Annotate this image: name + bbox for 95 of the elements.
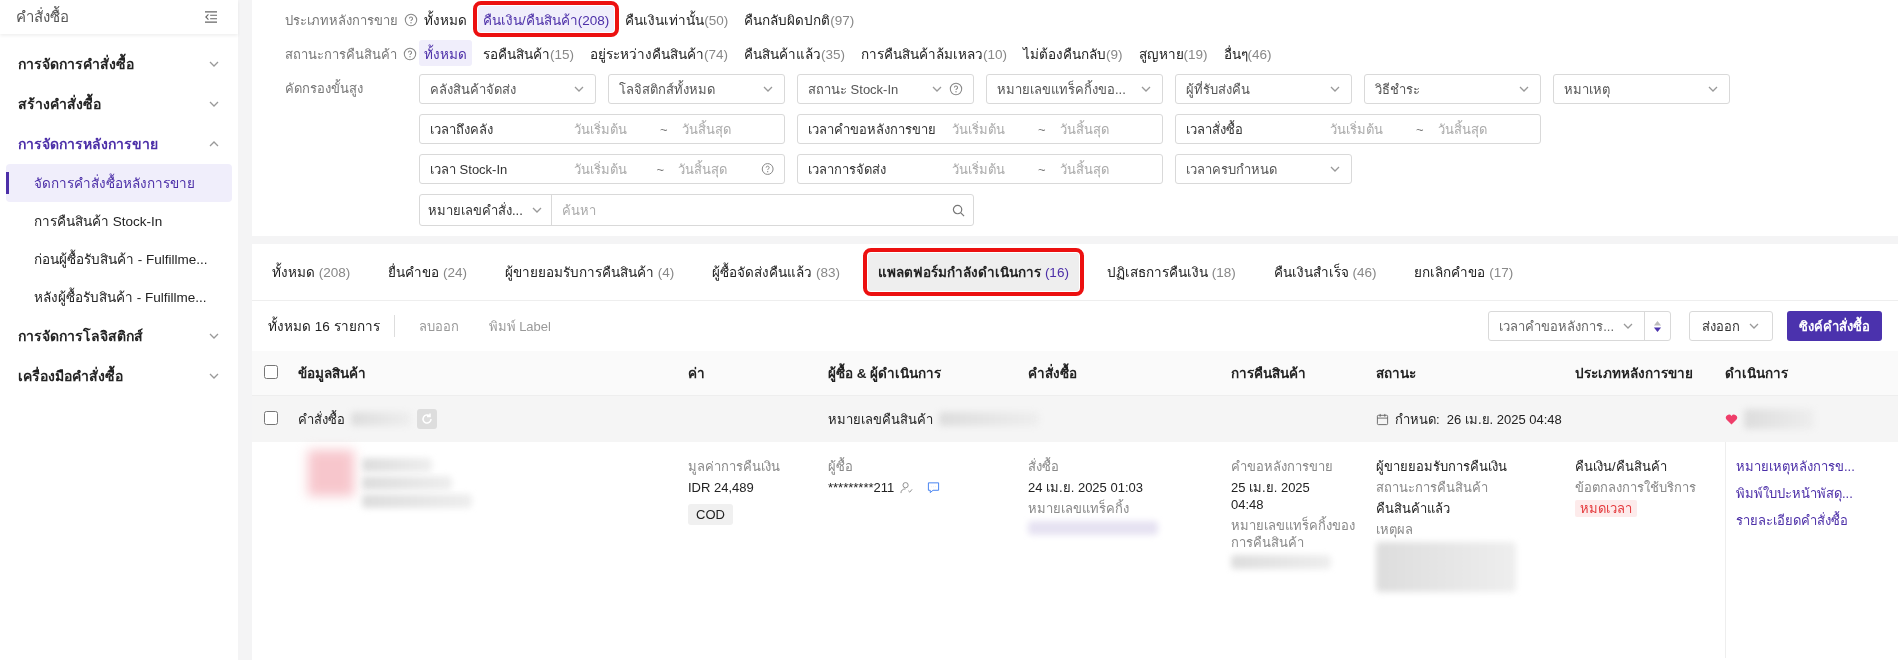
- sort-icon: [1653, 319, 1662, 333]
- menu-group[interactable]: การจัดการโลจิสติกส์: [6, 316, 232, 356]
- return-number-label: หมายเลขคืนสินค้า: [828, 410, 933, 429]
- filter-dropdown[interactable]: ผู้ที่รับส่งคืน: [1175, 74, 1352, 104]
- filter-option[interactable]: ทั้งหมด: [419, 6, 472, 32]
- search-icon: [952, 203, 965, 217]
- filter-dropdown[interactable]: สถานะ Stock-In: [797, 74, 974, 104]
- filter-option[interactable]: รอคืนสินค้า(15): [478, 40, 579, 66]
- menu-item[interactable]: การคืนสินค้า Stock-In: [6, 202, 232, 240]
- column-header: ประเภทหลังการขาย: [1575, 365, 1694, 383]
- buyer-label: ผู้ซื้อ: [828, 458, 854, 475]
- action-link[interactable]: หมายเหตุหลังการข...: [1736, 458, 1898, 475]
- select-all-checkbox[interactable]: [264, 364, 278, 379]
- menu-group[interactable]: สร้างคำสั่งซื้อ: [6, 84, 232, 124]
- action-link[interactable]: พิมพ์ใบปะหน้าพัสดุ...: [1736, 485, 1898, 502]
- filter-label: สถานะการคืนสินค้า: [285, 45, 397, 64]
- date-range-field[interactable]: เวลา Stock-In วันเริ่มต้น ~ วันสิ้นสุด: [419, 154, 785, 184]
- collapse-menu-icon[interactable]: [204, 11, 218, 23]
- row-checkbox[interactable]: [264, 410, 278, 425]
- payment-tag: COD: [688, 504, 733, 525]
- help-icon: [403, 47, 417, 61]
- tracking-label: หมายเลขแทร็คกิ้ง: [1028, 500, 1130, 517]
- status-tab[interactable]: ยื่นคำขอ (24): [378, 253, 478, 291]
- menu-item[interactable]: จัดการคำสั่งซื้อหลังการขาย: [6, 164, 232, 202]
- search-field[interactable]: หมายเลขคำสั่ง... ค้นหา: [419, 194, 974, 226]
- column-header: การคืนสินค้า: [1231, 365, 1307, 383]
- filter-option[interactable]: คืนสินค้าแล้ว(35): [739, 40, 851, 66]
- buyer-id: *********211: [828, 479, 895, 496]
- date-range-field[interactable]: เวลาสั่งซื้อ วันเริ่มต้น ~ วันสิ้นสุด: [1175, 114, 1541, 144]
- status-tab[interactable]: คืนเงินสำเร็จ (46): [1263, 253, 1387, 291]
- column-header: ข้อมูลสินค้า: [298, 365, 367, 384]
- filter-option[interactable]: สูญหาย(19): [1133, 40, 1213, 66]
- menu-item[interactable]: ก่อนผู้ซื้อรับสินค้า - Fulfillme...: [6, 240, 232, 278]
- date-range-field[interactable]: เวลาคำขอหลังการขาย วันเริ่มต้น ~ วันสิ้นสุด: [797, 114, 1163, 144]
- order-time: 24 เม.ย. 2025 01:03: [1028, 479, 1144, 496]
- expired-tag: หมดเวลา: [1575, 500, 1637, 517]
- sidebar-title: คำสั่งซื้อ: [16, 5, 69, 27]
- order-time-label: สั่งซื้อ: [1028, 458, 1060, 475]
- filter-label: คัดกรองขั้นสูง: [285, 78, 363, 99]
- date-range-field[interactable]: เวลาถึงคลัง วันเริ่มต้น ~ วันสิ้นสุด: [419, 114, 785, 144]
- sort-dropdown[interactable]: เวลาคำขอหลังการ...: [1488, 311, 1671, 341]
- return-status-label: สถานะการคืนสินค้า: [1376, 479, 1489, 496]
- filter-option[interactable]: ทั้งหมด: [419, 40, 472, 66]
- status-tab[interactable]: ผู้ขายยอมรับการคืนสินค้า (4): [495, 253, 685, 291]
- status-tab[interactable]: ยกเลิกคำขอ (17): [1404, 253, 1524, 291]
- column-header: ค่า: [688, 365, 706, 383]
- return-status: คืนสินค้าแล้ว: [1376, 500, 1451, 517]
- menu-group[interactable]: เครื่องมือคำสั่งซื้อ: [6, 356, 232, 396]
- heart-icon: [1725, 413, 1738, 425]
- filter-dropdown[interactable]: คลังสินค้าจัดส่ง: [419, 74, 596, 104]
- calendar-icon: [1376, 412, 1389, 426]
- menu-item[interactable]: หลังผู้ซื้อรับสินค้า - Fulfillme...: [6, 278, 232, 316]
- request-label: คำขอหลังการขาย: [1231, 458, 1334, 475]
- refund-amount: IDR 24,489: [688, 479, 755, 496]
- filter-option[interactable]: คืนกลับผิดปกติ(97): [739, 6, 860, 32]
- filter-option[interactable]: อื่นๆ(46): [1218, 40, 1277, 66]
- column-header: ผู้ซื้อ & ผู้ดำเนินการ: [828, 362, 1028, 384]
- filter-option[interactable]: ไม่ต้องคืนกลับ(9): [1018, 40, 1128, 66]
- after-sale-type: คืนเงิน/คืนสินค้า: [1575, 458, 1668, 475]
- photo-placeholder: [308, 450, 354, 496]
- search-scope-dropdown[interactable]: หมายเลขคำสั่ง...: [420, 195, 552, 225]
- column-header: ดำเนินการ: [1725, 365, 1789, 383]
- filter-dropdown[interactable]: วิธีชำระ: [1364, 74, 1541, 104]
- help-icon: [404, 13, 418, 27]
- column-header: สถานะ: [1376, 365, 1417, 383]
- order-label: คำสั่งซื้อ: [298, 409, 345, 429]
- menu-group[interactable]: การจัดการหลังการขาย: [6, 124, 232, 164]
- filter-dropdown[interactable]: หมายเลขแทร็คกิ้งขอ...: [986, 74, 1163, 104]
- filter-option[interactable]: การคืนสินค้าล้มเหลว(10): [856, 40, 1013, 66]
- request-time: 25 เม.ย. 2025 04:48: [1231, 479, 1311, 513]
- status-tab[interactable]: ทั้งหมด (208): [262, 253, 361, 291]
- terms-label: ข้อตกลงการใช้บริการ: [1575, 479, 1697, 496]
- due-date: กำหนด: 26 เม.ย. 2025 04:48: [1395, 410, 1562, 429]
- reason-label: เหตุผล: [1376, 521, 1414, 538]
- filter-label: ประเภทหลังการขาย: [285, 11, 398, 30]
- filter-dropdown[interactable]: หมาเหตุ: [1553, 74, 1730, 104]
- date-range-field[interactable]: เวลาการจัดส่ง วันเริ่มต้น ~ วันสิ้นสุด: [797, 154, 1163, 184]
- sync-orders-button[interactable]: ซิงค์คำสั่งซื้อ: [1787, 311, 1882, 341]
- column-header: คำสั่งซื้อ: [1028, 362, 1231, 384]
- filter-option[interactable]: คืนเงินเท่านั้น(50): [620, 6, 734, 32]
- status-tab[interactable]: ผู้ซื้อจัดส่งคืนแล้ว (83): [702, 253, 851, 291]
- export-button[interactable]: ส่งออก: [1689, 311, 1773, 341]
- filter-option[interactable]: อยู่ระหว่างคืนสินค้า(74): [585, 40, 734, 66]
- refund-label: มูลค่าการคืนเงิน: [688, 458, 781, 475]
- menu-group[interactable]: การจัดการคำสั่งซื้อ: [6, 44, 232, 84]
- total-count: ทั้งหมด 16 รายการ: [268, 315, 395, 337]
- filter-dropdown[interactable]: โลจิสติกส์ทั้งหมด: [608, 74, 785, 104]
- filter-dropdown[interactable]: เวลาครบกำหนด: [1175, 154, 1352, 184]
- status-tab[interactable]: ปฏิเสธการคืนเงิน (18): [1096, 253, 1246, 291]
- action-link[interactable]: รายละเอียดคำสั่งซื้อ: [1736, 512, 1898, 529]
- return-tracking-label: หมายเลขแทร็คกิ้งของการคืนสินค้า: [1231, 517, 1356, 551]
- person-icon: [900, 481, 914, 494]
- blurred-region: [362, 458, 432, 472]
- chat-icon[interactable]: [927, 481, 941, 494]
- refund-status: ผู้ขายยอมรับการคืนเงิน: [1376, 458, 1508, 475]
